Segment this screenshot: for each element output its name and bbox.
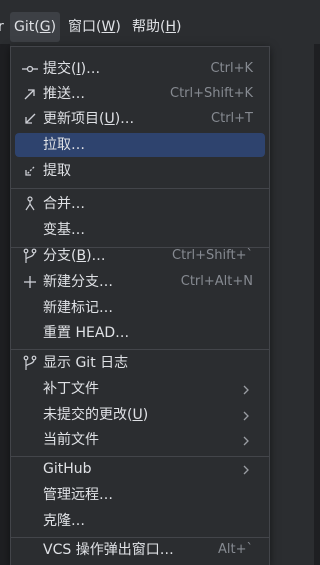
chevron-right-icon: [241, 382, 251, 396]
shortcut-vcs-popup: Alt+`: [218, 542, 253, 557]
merge-icon: [21, 195, 39, 213]
menu-item-fetch[interactable]: 提取: [15, 159, 265, 183]
menu-item-current-file[interactable]: 当前文件: [15, 428, 265, 452]
menubar-item-partial[interactable]: r: [0, 12, 8, 42]
editor-background-left: [0, 44, 10, 565]
menubar-item-help[interactable]: 帮助(H): [128, 12, 185, 42]
menu-item-patch-file[interactable]: 补丁文件: [15, 377, 265, 401]
shortcut-commit: Ctrl+K: [210, 61, 253, 76]
shortcut-update: Ctrl+T: [211, 111, 253, 126]
menu-item-push[interactable]: 推送… Ctrl+Shift+K: [15, 82, 265, 106]
menu-item-reset-head[interactable]: 重置 HEAD…: [15, 321, 265, 345]
editor-background-right: [314, 44, 320, 565]
menu-item-github[interactable]: GitHub: [15, 457, 265, 481]
menubar-item-git[interactable]: Git(G): [10, 12, 61, 42]
menu-item-show-git-log[interactable]: 显示 Git 日志: [15, 351, 265, 375]
menu-item-new-tag[interactable]: 新建标记…: [15, 296, 265, 320]
shortcut-push: Ctrl+Shift+K: [170, 86, 253, 101]
shortcut-new-branch: Ctrl+Alt+N: [180, 274, 253, 289]
menu-item-rebase[interactable]: 变基…: [15, 218, 265, 242]
chevron-right-icon: [241, 408, 251, 422]
menu-item-merge[interactable]: 合并…: [15, 192, 265, 216]
fetch-icon: [21, 162, 39, 180]
menu-item-uncommitted-changes[interactable]: 未提交的更改(U): [15, 403, 265, 427]
menu-bar: r Git(G) 窗口(W) 帮助(H): [0, 0, 276, 44]
chevron-right-icon: [241, 462, 251, 476]
menu-item-vcs-operations-popup[interactable]: VCS 操作弹出窗口… Alt+`: [15, 538, 265, 562]
chevron-right-icon: [241, 433, 251, 447]
menubar-item-window[interactable]: 窗口(W): [64, 12, 125, 42]
plus-icon: [21, 273, 39, 291]
menu-item-commit[interactable]: 提交(I)… Ctrl+K: [15, 57, 265, 81]
separator: [11, 349, 269, 350]
menu-item-new-branch[interactable]: 新建分支… Ctrl+Alt+N: [15, 270, 265, 294]
branch-icon: [21, 247, 39, 265]
menu-item-pull[interactable]: 拉取…: [15, 133, 265, 157]
update-arrow-icon: [21, 110, 39, 128]
git-dropdown-menu: 提交(I)… Ctrl+K 推送… Ctrl+Shift+K 更新项目(U)… …: [10, 46, 270, 565]
branch-icon: [21, 354, 39, 372]
commit-icon: [21, 60, 39, 78]
menu-item-update-project[interactable]: 更新项目(U)… Ctrl+T: [15, 107, 265, 131]
menu-item-clone[interactable]: 克隆…: [15, 509, 265, 533]
push-arrow-icon: [21, 85, 39, 103]
shortcut-branches: Ctrl+Shift+`: [172, 248, 253, 263]
menu-item-branches[interactable]: 分支(B)… Ctrl+Shift+`: [15, 244, 265, 268]
menu-item-manage-remotes[interactable]: 管理远程…: [15, 483, 265, 507]
separator: [11, 188, 269, 189]
